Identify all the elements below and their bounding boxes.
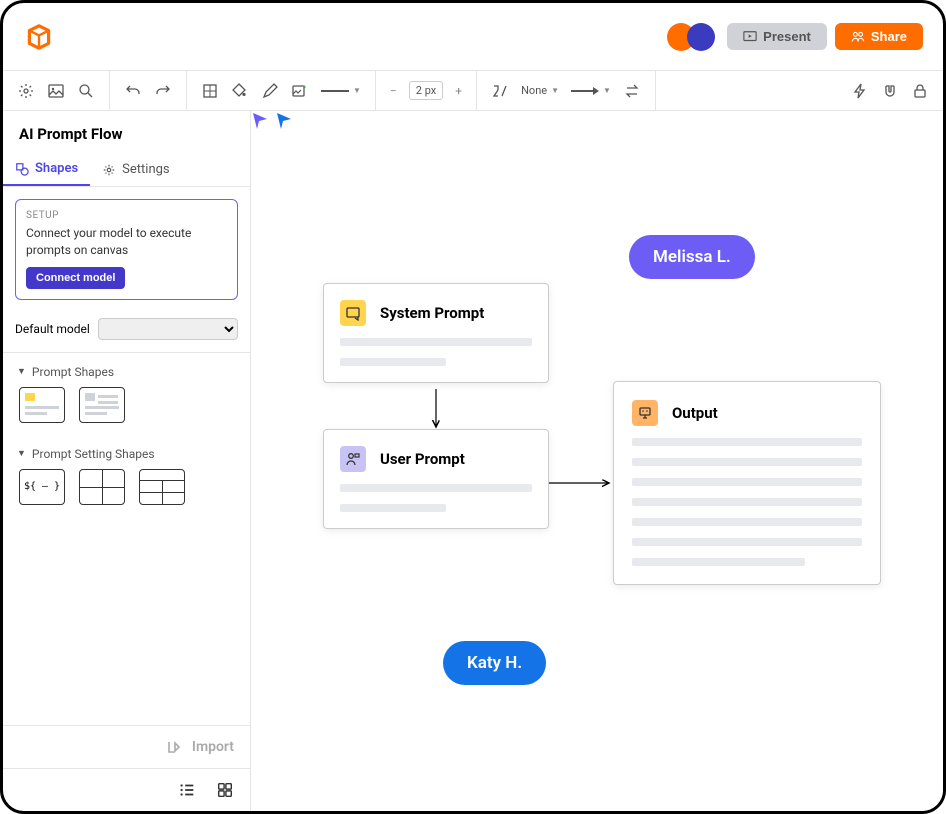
shape-table[interactable] (79, 469, 125, 505)
panel-title: AI Prompt Flow (3, 111, 250, 153)
collaborator-cursor-melissa: Melissa L. (629, 235, 755, 279)
swap-icon[interactable] (623, 82, 641, 100)
gear-icon (102, 163, 116, 177)
left-sidebar: AI Prompt Flow Shapes Settings SETUP Con… (3, 111, 251, 811)
app-logo (23, 21, 55, 53)
user-prompt-icon (340, 446, 366, 472)
image-edit-icon[interactable] (291, 82, 309, 100)
stroke-width-value[interactable]: 2 px (409, 81, 443, 100)
redo-icon[interactable] (154, 82, 172, 100)
shape-tool-icon[interactable] (201, 82, 219, 100)
chevron-down-icon: ▼ (17, 366, 26, 377)
chevron-down-icon: ▼ (603, 86, 611, 95)
chevron-down-icon: ▼ (551, 86, 559, 95)
settings-icon[interactable] (17, 82, 35, 100)
connect-model-button[interactable]: Connect model (26, 267, 125, 289)
image-icon[interactable] (47, 82, 65, 100)
chevron-down-icon: ▼ (17, 448, 26, 459)
node-system-prompt[interactable]: System Prompt (323, 283, 549, 383)
shape-system-prompt[interactable] (19, 387, 65, 423)
present-button[interactable]: Present (727, 23, 827, 50)
line-style-dropdown[interactable]: ▼ (321, 86, 361, 95)
decrease-stroke-button[interactable]: − (390, 84, 397, 98)
search-icon[interactable] (77, 82, 95, 100)
lock-icon[interactable] (911, 82, 929, 100)
tab-shapes[interactable]: Shapes (3, 153, 90, 186)
node-output[interactable]: Output (613, 381, 881, 585)
grid-view-icon[interactable] (216, 781, 234, 799)
chevron-down-icon: ▼ (353, 86, 361, 95)
section-prompt-shapes[interactable]: ▼ Prompt Shapes (3, 353, 250, 387)
import-icon (166, 738, 184, 756)
tab-settings[interactable]: Settings (90, 153, 181, 186)
system-prompt-icon (340, 300, 366, 326)
collaborator-cursor-katy: Katy H. (443, 641, 546, 685)
undo-icon[interactable] (124, 82, 142, 100)
section-prompt-setting-shapes[interactable]: ▼ Prompt Setting Shapes (3, 435, 250, 469)
share-button[interactable]: Share (835, 23, 923, 50)
play-icon (743, 30, 757, 44)
shape-user-prompt[interactable] (79, 387, 125, 423)
avatar[interactable] (687, 23, 715, 51)
people-icon (851, 30, 865, 44)
setup-label: SETUP (26, 210, 227, 221)
fill-dropdown[interactable]: None ▼ (521, 84, 559, 97)
cursor-pointer-icon (251, 111, 271, 131)
arrow-style-dropdown[interactable]: ▼ (571, 86, 611, 96)
shape-table-header[interactable] (139, 469, 185, 505)
bolt-icon[interactable] (851, 82, 869, 100)
app-header: Present Share (3, 3, 943, 71)
toolbar: ▼ − 2 px + None ▼ ▼ (3, 71, 943, 111)
list-view-icon[interactable] (178, 781, 196, 799)
setup-card: SETUP Connect your model to execute prom… (15, 199, 238, 300)
setup-text: Connect your model to execute prompts on… (26, 225, 227, 259)
node-user-prompt[interactable]: User Prompt (323, 429, 549, 529)
collaborator-avatars[interactable] (667, 23, 715, 51)
magnet-icon[interactable] (881, 82, 899, 100)
increase-stroke-button[interactable]: + (455, 84, 462, 98)
connector-icon[interactable] (491, 82, 509, 100)
shape-variable[interactable]: ${ — } (19, 469, 65, 505)
canvas[interactable]: System Prompt User Prompt Output (251, 111, 943, 811)
default-model-label: Default model (15, 322, 90, 336)
shapes-icon (15, 162, 29, 176)
pencil-icon[interactable] (261, 82, 279, 100)
output-icon (632, 400, 658, 426)
import-button[interactable]: Import (3, 725, 250, 768)
default-model-select[interactable] (98, 318, 238, 340)
fill-icon[interactable] (231, 82, 249, 100)
cursor-pointer-icon (275, 111, 295, 131)
